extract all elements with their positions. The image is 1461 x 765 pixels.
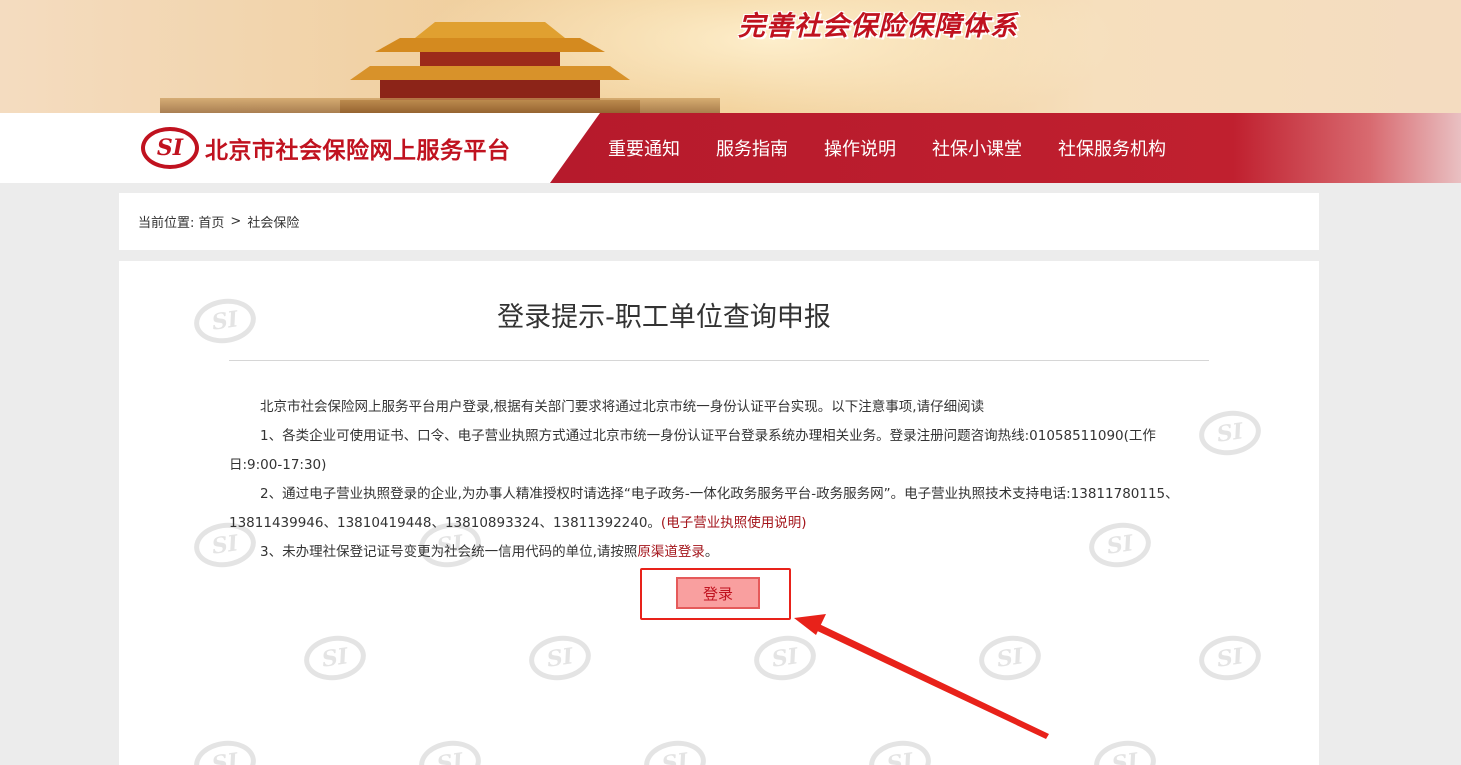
watermark-icon: SI (191, 736, 259, 765)
watermark-icon: SI (526, 631, 594, 685)
notice-content: 北京市社会保险网上服务平台用户登录,根据有关部门要求将通过北京市统一身份认证平台… (229, 393, 1189, 567)
license-guide-link[interactable]: (电子营业执照使用说明) (661, 515, 807, 531)
palace-illustration (340, 22, 640, 113)
nav-item-service-agencies[interactable]: 社保服务机构 (1040, 135, 1184, 161)
nav-item-notices[interactable]: 重要通知 (590, 135, 698, 161)
breadcrumb-separator: > (230, 214, 242, 229)
notice-item-2: 2、通过电子营业执照登录的企业,为办事人精准授权时请选择“电子政务-一体化政务服… (229, 480, 1189, 538)
watermark-icon: SI (1196, 631, 1264, 685)
nav-item-instructions[interactable]: 操作说明 (806, 135, 914, 161)
main-nav: 重要通知 服务指南 操作说明 社保小课堂 社保服务机构 (590, 113, 1184, 183)
watermark-icon: SI (641, 736, 709, 765)
banner-wall (160, 98, 720, 113)
watermark-icon: SI (1196, 406, 1264, 460)
nav-item-service-guide[interactable]: 服务指南 (698, 135, 806, 161)
watermark-icon: SI (1091, 736, 1159, 765)
notice-item-1: 1、各类企业可使用证书、口令、电子营业执照方式通过北京市统一身份认证平台登录系统… (229, 428, 1156, 473)
notice-intro: 北京市社会保险网上服务平台用户登录,根据有关部门要求将通过北京市统一身份认证平台… (260, 399, 985, 415)
title-divider (229, 360, 1209, 361)
watermark-icon: SI (866, 736, 934, 765)
login-button[interactable]: 登录 (676, 577, 760, 609)
notice-item-3-end: 。 (704, 544, 719, 560)
main-panel: SI SI SI SI SI SI SI SI SI SI SI SI SI S… (119, 261, 1319, 765)
breadcrumb-home-link[interactable]: 首页 (198, 212, 224, 231)
watermark-icon: SI (301, 631, 369, 685)
site-logo[interactable]: SI 北京市社会保险网上服务平台 (141, 127, 511, 169)
breadcrumb-prefix: 当前位置: (138, 216, 195, 231)
site-name: 北京市社会保险网上服务平台 (205, 138, 511, 164)
notice-item-3-text: 3、未办理社保登记证号变更为社会统一信用代码的单位,请按照 (260, 544, 638, 560)
banner-slogan: 完善社会保险保障体系 (738, 11, 1018, 42)
nav-item-classroom[interactable]: 社保小课堂 (914, 135, 1040, 161)
breadcrumb: 当前位置: 首页 > 社会保险 (119, 193, 1319, 250)
watermark-icon: SI (751, 631, 819, 685)
breadcrumb-current: 社会保险 (247, 216, 300, 231)
watermark-icon: SI (416, 736, 484, 765)
si-logo-icon: SI (141, 127, 199, 169)
page-title: 登录提示-职工单位查询申报 (497, 302, 831, 333)
top-banner: 完善社会保险保障体系 (0, 0, 1461, 113)
watermark-icon: SI (976, 631, 1044, 685)
notice-item-3: 3、未办理社保登记证号变更为社会统一信用代码的单位,请按照原渠道登录。 (229, 538, 1189, 567)
original-channel-login-link[interactable]: 原渠道登录 (637, 544, 705, 560)
